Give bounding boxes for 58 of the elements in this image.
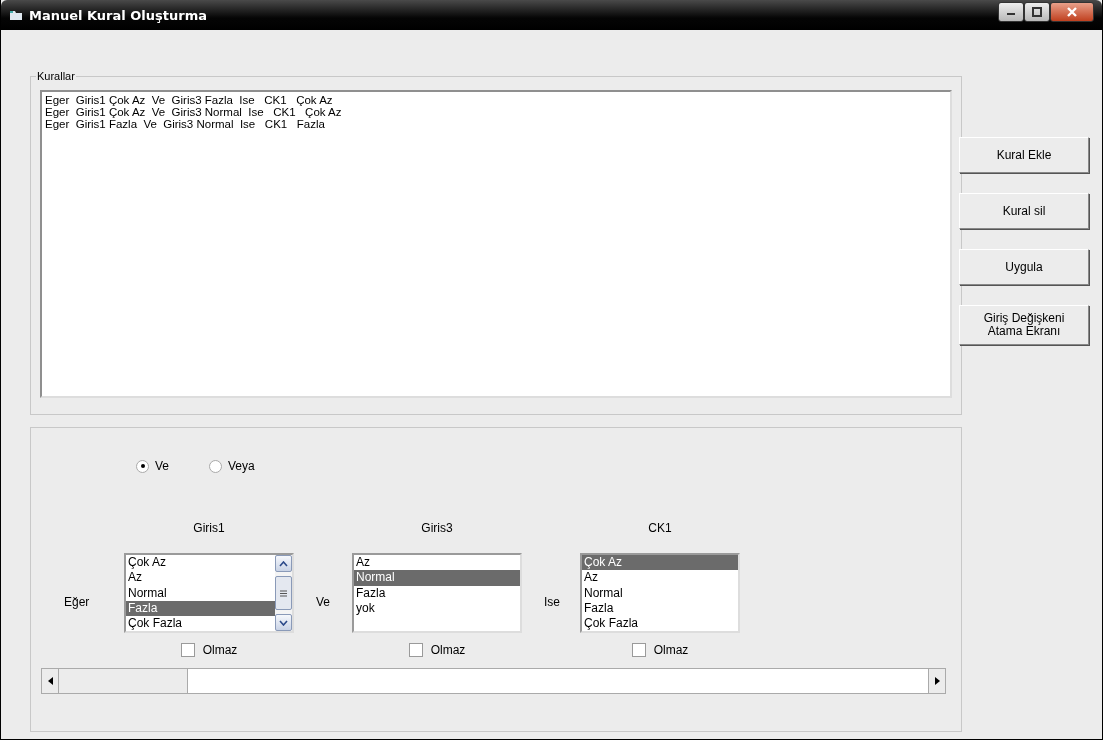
list-item[interactable]: Az xyxy=(582,570,738,586)
left-arrow-icon xyxy=(47,677,53,685)
checkbox-label: Olmaz xyxy=(430,643,466,657)
action-button[interactable]: Kural sil xyxy=(959,193,1089,229)
checkbox-option[interactable]: Olmaz xyxy=(631,643,689,657)
action-button[interactable]: Kural Ekle xyxy=(959,137,1089,173)
rule-line: Eger Giris1 Fazla Ve Giris3 Normal Ise CK1 Fazla xyxy=(45,118,326,130)
app-icon xyxy=(9,9,23,21)
checkbox-label: Olmaz xyxy=(202,643,238,657)
maximize-button[interactable] xyxy=(1024,2,1050,22)
grip-icon xyxy=(280,589,287,597)
action-button[interactable]: Giriş Değişkeni Atama Ekranı xyxy=(959,305,1089,345)
variable-header: CK1 xyxy=(648,521,672,537)
checkbox-label: Olmaz xyxy=(653,643,689,657)
list-item[interactable]: yok xyxy=(354,600,520,617)
radio-label: Ve xyxy=(155,459,169,473)
rule-line: Eger Giris1 Çok Az Ve Giris3 Fazla Ise CK1 Çok Az xyxy=(45,94,334,106)
rules-list[interactable]: Eger Giris1 Çok Az Ve Giris3 Fazla Ise CK1 Çok Az Eger Giris1 Çok Az Ve Giris3 Normal Ise CK1 Çok Az Eger Giris1 Fazla Ve Giris3 Normal Ise CK1 Fazla xyxy=(40,90,952,398)
scrollbar-thumb[interactable] xyxy=(59,669,188,693)
value-listbox[interactable]: Çok Az Az Normal Fazla Çok Fazla xyxy=(580,553,740,633)
radio-option[interactable]: Ve xyxy=(136,459,169,473)
rule-line: Eger Giris1 Çok Az Ve Giris3 Normal Ise CK1 Çok Az xyxy=(45,106,343,118)
value-listbox[interactable]: Çok Az Az Normal Fazla Çok Fazla xyxy=(124,553,294,633)
radio-option[interactable]: Veya xyxy=(209,459,255,473)
checkbox-option[interactable]: Olmaz xyxy=(180,643,238,657)
list-item[interactable]: Çok Fazla xyxy=(126,616,275,632)
window-title: Manuel Kural Oluşturma xyxy=(29,7,207,23)
list-item[interactable]: Çok Fazla xyxy=(582,616,738,632)
scrollbar[interactable] xyxy=(275,555,292,631)
list-item[interactable]: Çok Az xyxy=(126,555,275,571)
list-item[interactable]: Normal xyxy=(126,585,275,601)
checkbox[interactable] xyxy=(180,643,195,657)
action-button[interactable]: Uygula xyxy=(959,249,1089,285)
maximize-icon xyxy=(1032,7,1042,17)
connector-label: Ise xyxy=(544,594,561,611)
list-item[interactable]: Az xyxy=(126,570,275,586)
checkbox-option[interactable]: Olmaz xyxy=(408,643,466,657)
list-item[interactable]: Fazla xyxy=(582,600,738,617)
list-item[interactable]: Normal xyxy=(354,570,520,586)
list-item[interactable]: Az xyxy=(354,555,520,571)
connector-label: Ve xyxy=(316,594,331,611)
checkbox[interactable] xyxy=(631,643,646,657)
horizontal-scrollbar[interactable] xyxy=(41,668,946,694)
checkbox[interactable] xyxy=(408,643,423,657)
close-icon xyxy=(1066,7,1078,17)
minimize-button[interactable] xyxy=(998,2,1024,22)
list-item[interactable]: Fazla xyxy=(126,600,275,617)
radio-label: Veya xyxy=(228,459,255,473)
list-item[interactable]: Normal xyxy=(582,585,738,601)
list-item[interactable]: Çok Az xyxy=(582,555,738,571)
list-item[interactable]: Fazla xyxy=(354,585,520,601)
group-label: Kurallar xyxy=(36,70,76,82)
right-arrow-icon xyxy=(934,677,940,685)
connector-label: Eğer xyxy=(64,594,91,611)
variable-header: Giris1 xyxy=(193,521,225,537)
value-listbox[interactable]: Az Normal Fazla yok xyxy=(352,553,522,633)
variable-header: Giris3 xyxy=(421,521,453,537)
close-button[interactable] xyxy=(1050,2,1094,22)
